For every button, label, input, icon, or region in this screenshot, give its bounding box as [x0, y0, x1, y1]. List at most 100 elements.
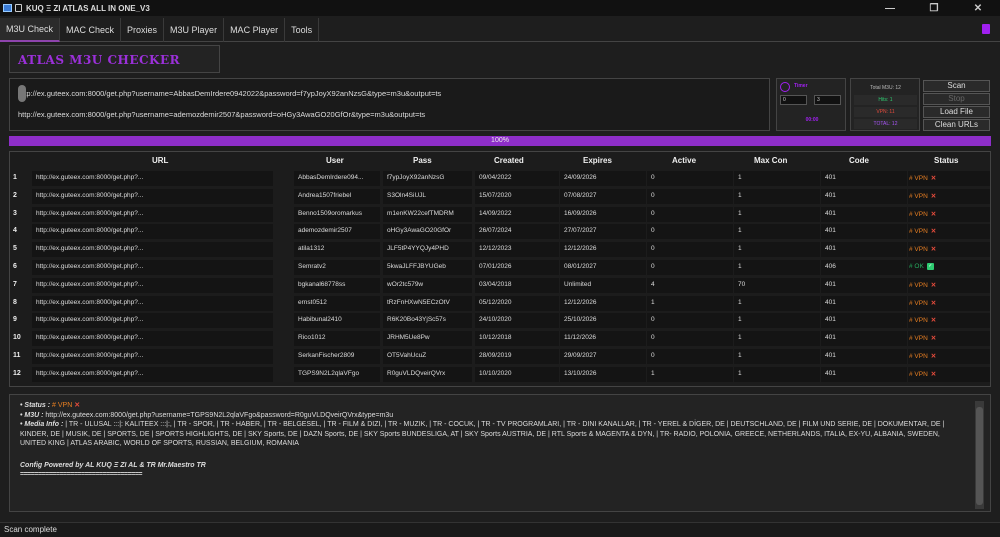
cell-created: 12/12/2023: [479, 245, 512, 253]
url-scrollbar[interactable]: [18, 85, 26, 102]
timer-radio[interactable]: [780, 82, 790, 92]
cell-active: 0: [651, 334, 655, 342]
load-file-button[interactable]: Load File: [923, 106, 990, 118]
theme-icon[interactable]: [982, 24, 990, 34]
table-row[interactable]: 10 http://ex.guteex.com:8000/get.php?... R…: [10, 330, 990, 347]
column-header[interactable]: URL: [152, 156, 168, 165]
fail-icon: ✕: [930, 353, 937, 360]
cell-code: 401: [825, 191, 836, 199]
separator-line: ==================================: [20, 471, 143, 478]
cell-url: http://ex.guteex.com:8000/get.php?...: [36, 174, 144, 181]
column-header[interactable]: Status: [934, 156, 958, 165]
table-row[interactable]: 11 http://ex.guteex.com:8000/get.php?... S…: [10, 348, 990, 365]
detail-media-label: • Media Info :: [20, 421, 64, 428]
cell-expires: 13/10/2026: [564, 369, 597, 377]
clean-urls-button[interactable]: Clean URLs: [923, 119, 990, 131]
timer-display: 00:00: [805, 117, 819, 123]
details-scrollbar[interactable]: [975, 401, 984, 509]
cell-max: 1: [738, 263, 742, 270]
status-text: # VPN: [909, 246, 928, 254]
table-row[interactable]: 7 http://ex.guteex.com:8000/get.php?... bg…: [10, 277, 990, 294]
fail-icon: ✕: [930, 281, 937, 289]
cell-expires: Unlimited: [564, 280, 592, 288]
tab-m3u-player[interactable]: M3U Player: [164, 18, 225, 42]
cell-url: http://ex.guteex.com:8000/get.php?...: [36, 245, 144, 253]
cell-code: 401: [825, 227, 836, 235]
table-row[interactable]: 4 http://ex.guteex.com:8000/get.php?... ad…: [10, 223, 990, 240]
timer-input-1[interactable]: 0: [780, 95, 807, 105]
table-row[interactable]: 5 http://ex.guteex.com:8000/get.php?... at…: [10, 241, 990, 258]
cell-active: 1: [651, 369, 655, 377]
lock-icon: [15, 4, 22, 12]
tab-proxies[interactable]: Proxies: [121, 18, 165, 42]
cell-code: 401: [825, 209, 836, 217]
column-header[interactable]: Pass: [413, 156, 432, 165]
scrollbar-thumb[interactable]: [976, 407, 983, 505]
cell-created: 09/04/2022: [479, 174, 512, 181]
url-input[interactable]: http://ex.guteex.com:8000/get.php?userna…: [9, 78, 770, 131]
cell-max: 70: [738, 280, 746, 288]
table-row[interactable]: 6 http://ex.guteex.com:8000/get.php?... Se…: [10, 259, 990, 276]
check-icon: ✓: [926, 263, 934, 270]
stop-button[interactable]: Stop: [923, 93, 990, 105]
cell-expires: 07/08/2027: [564, 191, 597, 199]
cell-pass: oHGy3AwaGO20GfOr: [387, 227, 452, 235]
detail-status-label: • Status :: [20, 402, 51, 409]
row-number: 2: [13, 191, 17, 199]
hits-count: Hits: 1: [854, 95, 917, 105]
cell-user: TGPS9N2L2qlaVFgo: [298, 369, 360, 377]
cell-pass: m1enKW22cefTMDRM: [387, 209, 454, 217]
column-header[interactable]: Active: [672, 156, 696, 165]
status-text: # VPN: [909, 210, 928, 218]
results-table[interactable]: URL User Pass Created Expires Active Max…: [9, 151, 991, 387]
minimize-button[interactable]: —: [868, 0, 912, 16]
cell-max: 1: [738, 191, 742, 199]
fail-icon: ✕: [74, 402, 81, 409]
cell-pass: OT5VahUcuZ: [387, 352, 427, 359]
scan-button[interactable]: Scan: [923, 80, 990, 92]
cell-expires: 29/09/2027: [564, 352, 597, 359]
close-button[interactable]: ✕: [956, 0, 1000, 16]
table-row[interactable]: 12 http://ex.guteex.com:8000/get.php?... T…: [10, 366, 990, 383]
column-header[interactable]: Code: [849, 156, 869, 165]
cell-expires: 08/01/2027: [564, 263, 597, 270]
cell-code: 401: [825, 174, 836, 181]
cell-url: http://ex.guteex.com:8000/get.php?...: [36, 334, 144, 342]
table-row[interactable]: 8 http://ex.guteex.com:8000/get.php?... er…: [10, 295, 990, 312]
column-header[interactable]: User: [326, 156, 344, 165]
cell-pass: 5kwaJLFFJBYUGeb: [387, 263, 446, 270]
column-header[interactable]: Created: [494, 156, 524, 165]
cell-created: 03/04/2018: [479, 280, 512, 288]
cell-expires: 11/12/2026: [564, 334, 597, 342]
timer-panel: Timer 0 3 00:00: [776, 78, 846, 131]
app-icon: [3, 4, 12, 12]
tab-m3u-check[interactable]: M3U Check: [0, 18, 61, 42]
fail-icon: ✕: [930, 299, 937, 307]
cell-status: # VPN ✕: [909, 370, 936, 378]
cell-status: # VPN ✕: [909, 299, 936, 307]
cell-url: http://ex.guteex.com:8000/get.php?...: [36, 191, 144, 199]
cell-pass: JRHM5Ue8Pw: [387, 334, 430, 342]
cell-user: Habibunal2410: [298, 316, 342, 324]
cell-user: Rico1012: [298, 334, 326, 342]
tab-mac-player[interactable]: MAC Player: [224, 18, 286, 42]
table-row[interactable]: 2 http://ex.guteex.com:8000/get.php?... An…: [10, 188, 990, 205]
table-row[interactable]: 9 http://ex.guteex.com:8000/get.php?... Ha…: [10, 312, 990, 329]
column-header[interactable]: Max Con: [754, 156, 787, 165]
table-row[interactable]: 3 http://ex.guteex.com:8000/get.php?... Be…: [10, 206, 990, 223]
row-number: 1: [13, 174, 17, 181]
progress-label: 100%: [491, 137, 509, 144]
tab-tools[interactable]: Tools: [285, 18, 320, 42]
fail-icon: ✕: [930, 370, 937, 378]
detail-m3u-label: • M3U :: [20, 411, 44, 419]
table-row[interactable]: 1 http://ex.guteex.com:8000/get.php?... Ab…: [10, 170, 990, 187]
timer-label: Timer: [794, 83, 808, 89]
timer-input-2[interactable]: 3: [814, 95, 841, 105]
maximize-button[interactable]: ❐: [912, 0, 956, 16]
window-title: KUQ Ξ ZI ATLAS ALL IN ONE_V3: [26, 3, 150, 13]
cell-code: 401: [825, 316, 836, 324]
cell-user: ernst0512: [298, 298, 327, 306]
details-panel[interactable]: • Status : # VPN ✕ • M3U : http://ex.gut…: [9, 394, 991, 512]
column-header[interactable]: Expires: [583, 156, 612, 165]
tab-mac-check[interactable]: MAC Check: [60, 18, 122, 42]
